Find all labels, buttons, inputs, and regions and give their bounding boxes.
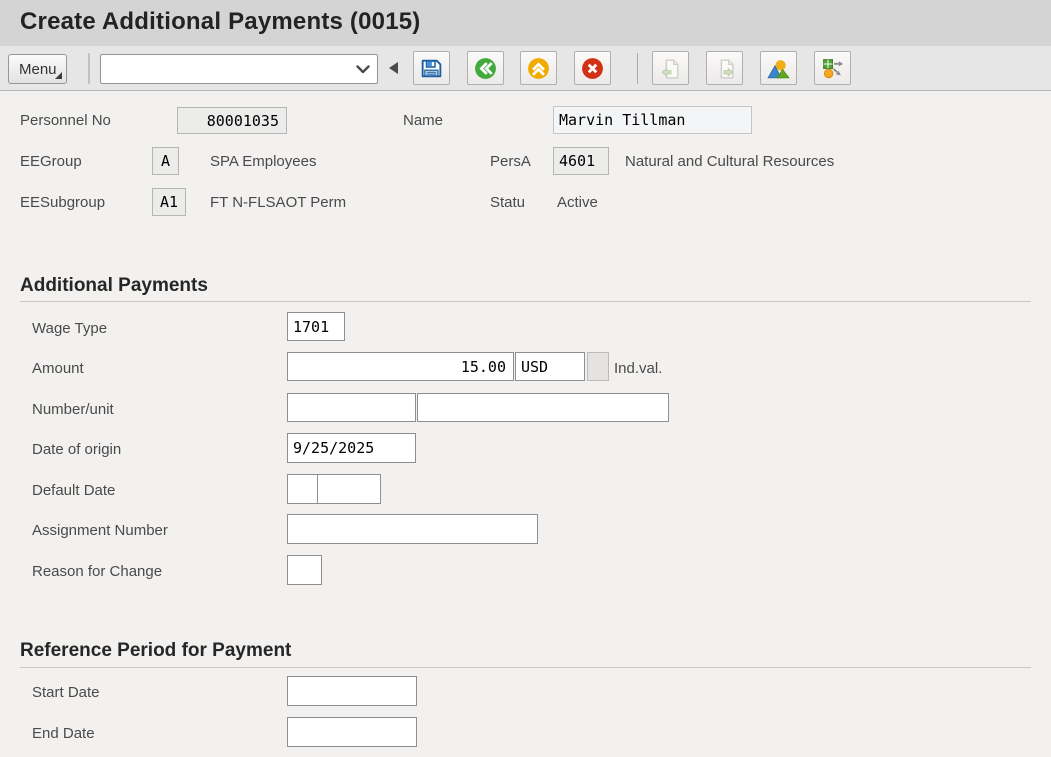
pers-area-text: Natural and Cultural Resources <box>625 153 835 170</box>
pers-area-label: PersA <box>490 153 531 170</box>
status-label: Statu <box>490 194 526 211</box>
default-date-part1-field[interactable] <box>287 474 318 504</box>
chevron-down-icon[interactable] <box>356 65 370 74</box>
amount-label: Amount <box>32 360 84 377</box>
ee-subgroup-label: EESubgroup <box>20 194 106 211</box>
name-field[interactable] <box>553 106 752 134</box>
page-title: Create Additional Payments (0015) <box>20 8 421 35</box>
landscape-icon <box>767 59 790 78</box>
amount-field[interactable] <box>287 352 514 381</box>
cancel-button[interactable] <box>574 51 611 85</box>
reason-for-change-label: Reason for Change <box>32 563 163 580</box>
personnel-no-label: Personnel No <box>20 112 111 129</box>
previous-record-button <box>652 51 689 85</box>
end-date-field[interactable] <box>287 717 417 747</box>
distribution-icon <box>823 58 843 78</box>
application-toolbar: Menu <box>0 46 1051 91</box>
pers-area-field[interactable] <box>553 147 609 175</box>
back-icon <box>475 57 496 79</box>
start-date-field[interactable] <box>287 676 417 706</box>
default-date-part2-field[interactable] <box>317 474 381 504</box>
reason-for-change-field[interactable] <box>287 555 322 585</box>
exit-icon <box>528 57 549 79</box>
default-date-label: Default Date <box>32 482 116 499</box>
date-of-origin-field[interactable] <box>287 433 416 463</box>
next-record-icon <box>720 58 734 79</box>
back-button[interactable] <box>467 51 504 85</box>
exit-button[interactable] <box>520 51 557 85</box>
menu-button-label: Menu <box>19 60 57 78</box>
section-divider <box>20 667 1031 668</box>
start-date-label: Start Date <box>32 684 100 701</box>
personnel-no-field[interactable] <box>177 107 287 134</box>
date-of-origin-label: Date of origin <box>32 441 122 458</box>
ee-group-text: SPA Employees <box>210 153 317 170</box>
triangle-left-icon <box>388 61 398 74</box>
ee-subgroup-field[interactable] <box>152 188 186 216</box>
assignment-number-label: Assignment Number <box>32 522 168 539</box>
save-icon <box>421 59 442 77</box>
wage-type-field[interactable] <box>287 312 345 341</box>
currency-field[interactable] <box>515 352 585 381</box>
indval-label: Ind.val. <box>614 360 663 377</box>
number-unit-label: Number/unit <box>32 401 114 418</box>
name-label: Name <box>403 112 444 129</box>
assignment-number-field[interactable] <box>287 514 538 544</box>
menu-button[interactable]: Menu <box>8 54 67 84</box>
sap-window: Create Additional Payments (0015) Menu P… <box>0 0 1051 757</box>
distribution-button[interactable] <box>814 51 851 85</box>
save-button[interactable] <box>413 51 450 85</box>
ee-group-field[interactable] <box>152 147 179 175</box>
reference-period-heading: Reference Period for Payment <box>20 640 292 661</box>
collapse-toolbar-button[interactable] <box>383 54 403 84</box>
overview-button[interactable] <box>760 51 797 85</box>
command-combobox[interactable] <box>100 54 378 84</box>
title-bar: Create Additional Payments (0015) <box>0 0 1051 46</box>
command-input[interactable] <box>103 57 351 81</box>
status-value: Active <box>557 194 598 211</box>
section-divider <box>20 301 1031 302</box>
cancel-icon <box>582 57 603 79</box>
wage-type-label: Wage Type <box>32 320 108 337</box>
indval-checkbox[interactable] <box>587 352 609 381</box>
menu-dropdown-corner-icon <box>55 72 62 79</box>
next-record-button <box>706 51 743 85</box>
end-date-label: End Date <box>32 725 95 742</box>
toolbar-separator <box>637 53 638 84</box>
number-field[interactable] <box>287 393 416 422</box>
additional-payments-heading: Additional Payments <box>20 275 208 296</box>
unit-field[interactable] <box>417 393 669 422</box>
previous-record-icon <box>661 58 679 79</box>
ee-subgroup-text: FT N-FLSAOT Perm <box>210 194 347 211</box>
ee-group-label: EEGroup <box>20 153 82 170</box>
toolbar-separator <box>88 53 90 84</box>
